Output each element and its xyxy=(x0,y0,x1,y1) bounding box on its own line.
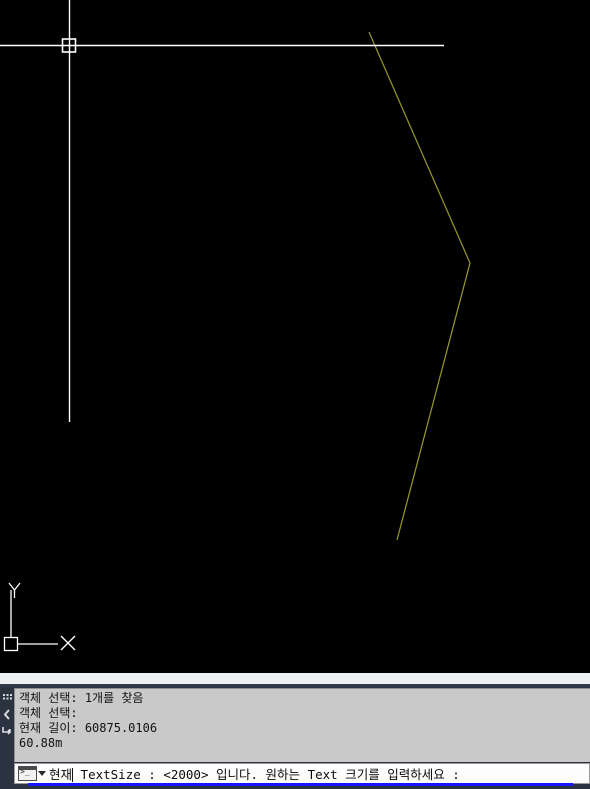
command-history-line: 60.88m xyxy=(19,736,63,750)
command-history[interactable]: 객체 선택: 1개를 찾음 객체 선택: 현재 길이: 60875.0106 6… xyxy=(14,688,590,762)
command-prompt-button[interactable] xyxy=(15,765,48,781)
command-input-row[interactable]: 현재 TextSize : <2000> 입니다. 원하는 Text 크기를 입… xyxy=(14,763,590,784)
grip-dots-icon[interactable] xyxy=(1,690,13,706)
polyline-entity[interactable] xyxy=(368,31,471,541)
drawing-canvas-svg xyxy=(0,0,471,652)
customize-icon[interactable] xyxy=(1,722,13,738)
panel-separator-band xyxy=(0,673,590,684)
command-prompt-text: 현재 TextSize : <2000> 입니다. 원하는 Text 크기를 입… xyxy=(49,767,460,782)
command-history-line: 객체 선택: xyxy=(19,706,78,720)
command-window: 객체 선택: 1개를 찾음 객체 선택: 현재 길이: 60875.0106 6… xyxy=(0,687,590,789)
drawing-canvas[interactable] xyxy=(0,0,590,673)
command-terminal-icon[interactable] xyxy=(18,765,37,781)
command-window-gutter[interactable] xyxy=(0,687,14,789)
autocad-window: 객체 선택: 1개를 찾음 객체 선택: 현재 길이: 60875.0106 6… xyxy=(0,0,590,789)
command-history-line: 객체 선택: 1개를 찾음 xyxy=(19,691,144,705)
command-history-line: 현재 길이: 60875.0106 xyxy=(19,721,158,735)
ucs-icon xyxy=(3,582,76,652)
chevron-left-icon[interactable] xyxy=(1,706,13,722)
ucs-x-label xyxy=(60,635,76,651)
command-options-chevron[interactable] xyxy=(38,771,46,776)
